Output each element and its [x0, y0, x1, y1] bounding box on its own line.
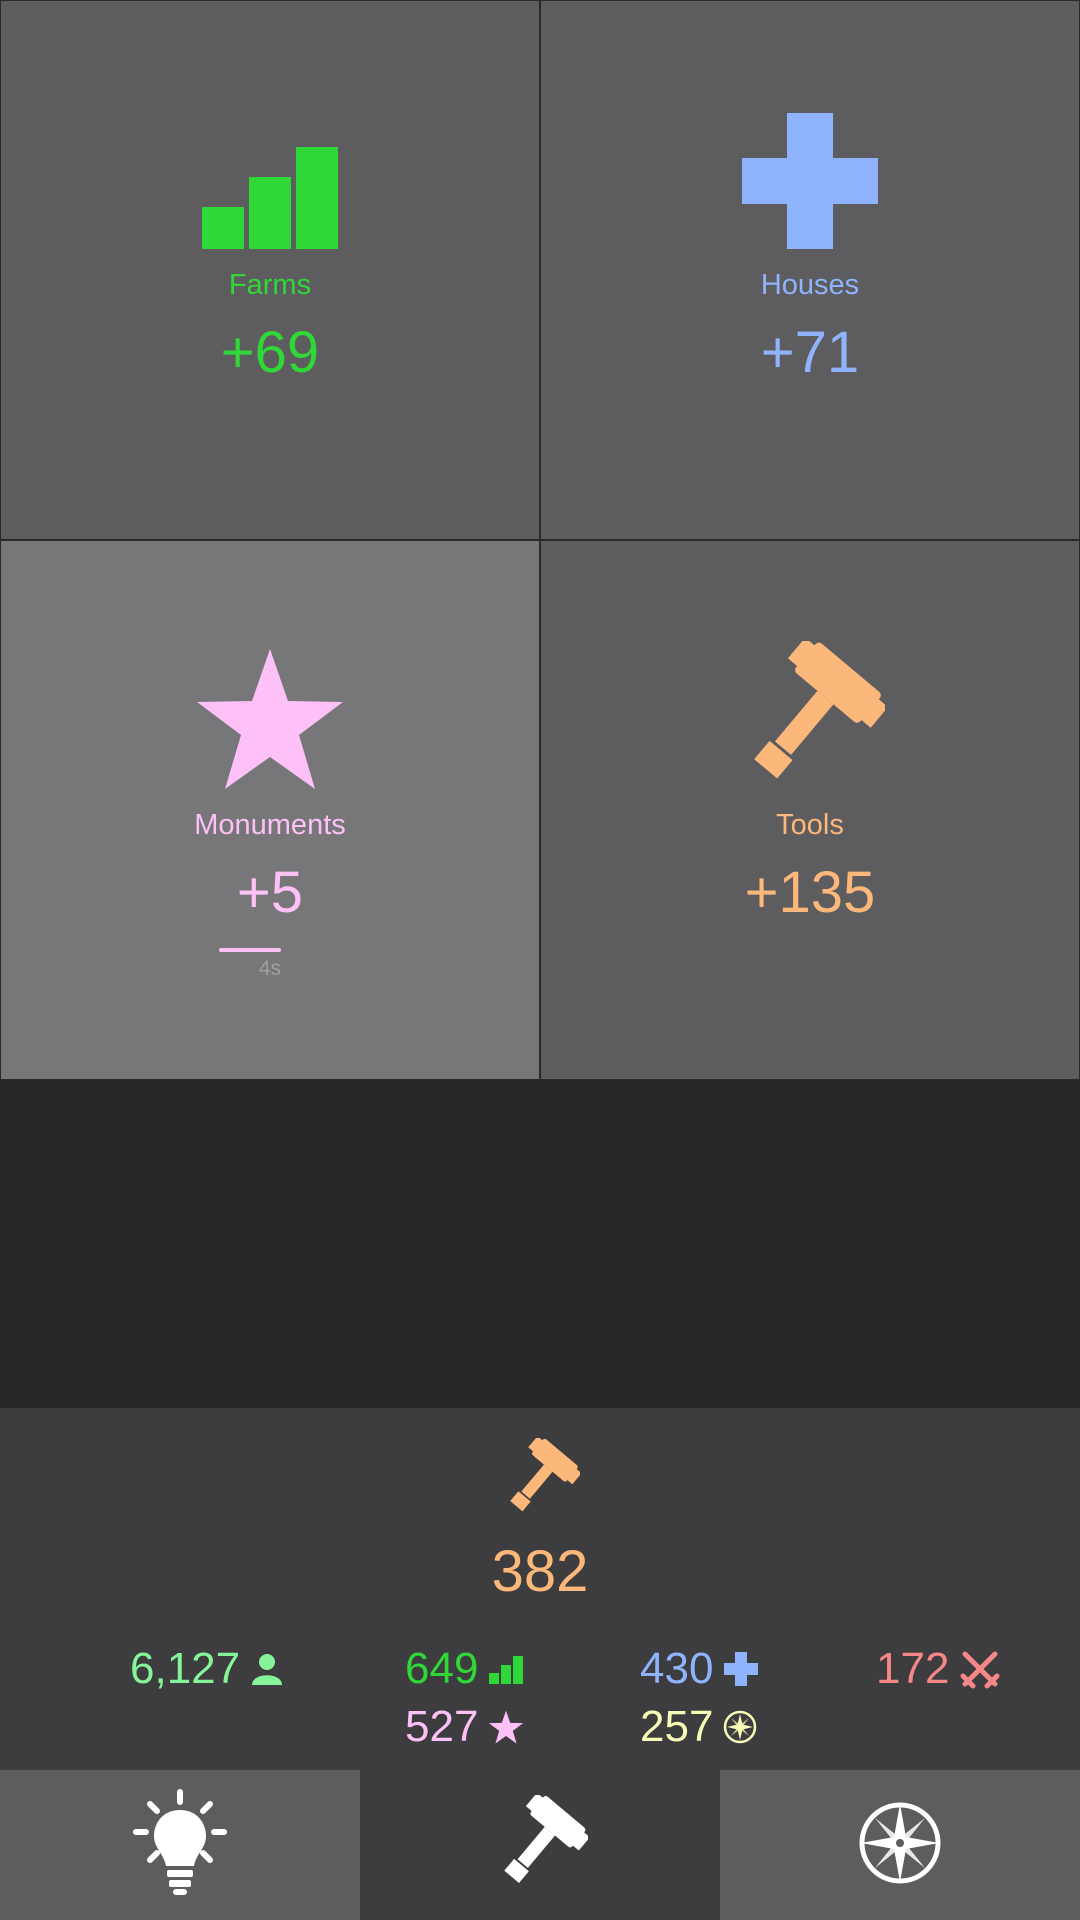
build-timer: 4s: [258, 957, 282, 980]
plus-icon: [723, 1651, 759, 1687]
stat-soldiers: 172: [876, 1644, 1001, 1694]
resource-summary: 382 6,127 649 430 172 527 257: [0, 1408, 1080, 1770]
stat-value: 527: [405, 1702, 479, 1751]
building-grid: Farms +69 Houses +71 Monuments +5 4s Too…: [0, 0, 1080, 1080]
tile-tools[interactable]: Tools +135: [540, 540, 1080, 1080]
tile-label: Farms: [228, 269, 312, 301]
plus-icon: [735, 113, 885, 251]
tile-label: Tools: [776, 809, 844, 841]
tile-label: Monuments: [194, 809, 346, 841]
stat-value: 430: [640, 1644, 714, 1693]
stat-population: 6,127: [130, 1644, 284, 1694]
compass-icon: [723, 1710, 757, 1744]
nav-tab-explore[interactable]: [720, 1770, 1080, 1920]
lightbulb-icon: [130, 1788, 230, 1903]
stat-value: 6,127: [130, 1644, 241, 1693]
stat-value: 649: [405, 1644, 479, 1693]
stat-value: 257: [640, 1702, 714, 1751]
hammer-icon: [500, 1436, 582, 1518]
tile-monuments[interactable]: Monuments +5 4s: [0, 540, 540, 1080]
tile-value: +5: [236, 860, 304, 925]
hammer-icon: [735, 641, 885, 791]
selected-resource-value: 382: [491, 1539, 589, 1604]
stat-exploration: 257: [640, 1702, 757, 1752]
bar-chart-icon: [488, 1653, 524, 1685]
tile-houses[interactable]: Houses +71: [540, 0, 1080, 540]
build-progress-bar: [219, 948, 281, 952]
tile-value: +71: [760, 320, 860, 385]
tile-label: Houses: [760, 269, 860, 301]
star-icon: [195, 649, 345, 791]
person-icon: [250, 1652, 284, 1686]
bar-chart-icon: [195, 121, 345, 251]
tile-farms[interactable]: Farms +69: [0, 0, 540, 540]
tile-value: +69: [220, 320, 320, 385]
tile-value: +135: [744, 860, 876, 925]
hammer-icon: [492, 1792, 590, 1896]
nav-tab-build[interactable]: [360, 1770, 720, 1920]
crossed-swords-icon: [959, 1648, 1001, 1690]
stat-monuments: 527: [405, 1702, 524, 1752]
bottom-nav: [0, 1770, 1080, 1920]
stat-value: 172: [876, 1644, 950, 1693]
compass-icon: [855, 1798, 945, 1893]
stat-houses: 430: [640, 1644, 759, 1694]
star-icon: [488, 1710, 524, 1744]
nav-tab-research[interactable]: [0, 1770, 360, 1920]
stat-farms: 649: [405, 1644, 524, 1694]
